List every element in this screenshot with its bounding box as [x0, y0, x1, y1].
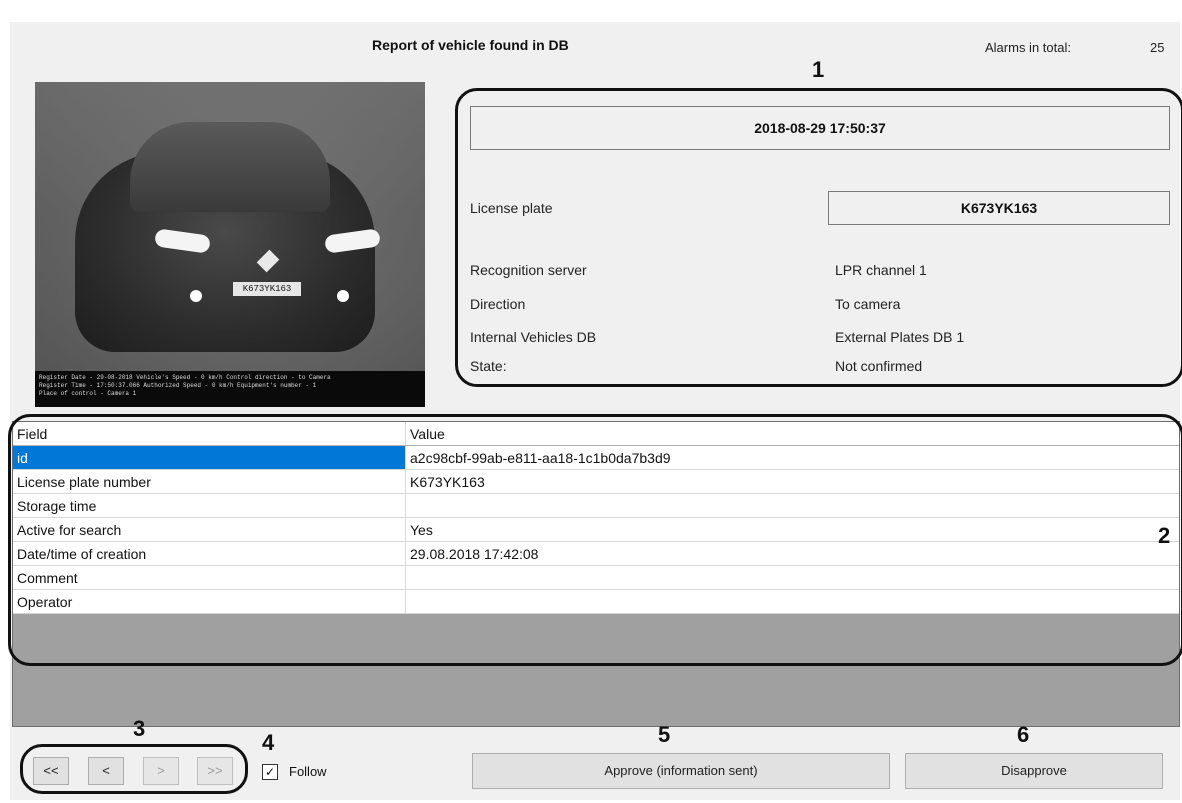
- snapshot-plate: K673YK163: [233, 282, 301, 296]
- callout-3: 3: [133, 716, 146, 741]
- callout-6: 6: [1017, 722, 1030, 747]
- snapshot-caption: Register Date - 29-08-2018 Vehicle's Spe…: [35, 371, 425, 407]
- alarms-total-count: 25: [1150, 40, 1165, 55]
- recognition-server-value: LPR channel 1: [835, 262, 927, 278]
- state-label: State:: [470, 358, 507, 374]
- car-windshield: [130, 122, 330, 212]
- recognition-server-label: Recognition server: [470, 262, 587, 278]
- license-plate-value: K673YK163: [828, 191, 1170, 225]
- caption-line: Register Time - 17:50:37.066 Authorized …: [39, 382, 317, 389]
- foglight-left: [190, 290, 202, 302]
- vehicles-db-label: Internal Vehicles DB: [470, 329, 597, 345]
- callout-outline-grid: [8, 414, 1182, 666]
- foglight-right: [337, 290, 349, 302]
- vehicles-db-value: External Plates DB 1: [835, 329, 965, 345]
- disapprove-button[interactable]: Disapprove: [905, 753, 1163, 789]
- vehicle-snapshot: K673YK163 Register Date - 29-08-2018 Veh…: [35, 82, 425, 407]
- event-datetime: 2018-08-29 17:50:37: [470, 106, 1170, 150]
- first-record-button[interactable]: <<: [33, 757, 69, 785]
- checkmark-icon: ✓: [264, 765, 276, 779]
- direction-label: Direction: [470, 296, 526, 312]
- follow-label: Follow: [289, 764, 327, 779]
- approve-button[interactable]: Approve (information sent): [472, 753, 890, 789]
- license-plate-label: License plate: [470, 200, 553, 216]
- direction-value: To camera: [835, 296, 901, 312]
- report-title: Report of vehicle found in DB: [372, 37, 569, 53]
- previous-record-button[interactable]: <: [88, 757, 124, 785]
- state-value: Not confirmed: [835, 358, 923, 374]
- alarms-total-label: Alarms in total:: [985, 40, 1071, 55]
- callout-1: 1: [812, 57, 825, 82]
- callout-4: 4: [262, 730, 275, 755]
- caption-line: Register Date - 29-08-2018 Vehicle's Spe…: [39, 374, 331, 381]
- next-record-button[interactable]: >: [143, 757, 179, 785]
- last-record-button[interactable]: >>: [197, 757, 233, 785]
- follow-checkbox[interactable]: ✓: [262, 764, 278, 780]
- callout-5: 5: [658, 722, 671, 747]
- caption-line: Place of control - Camera 1: [39, 390, 137, 397]
